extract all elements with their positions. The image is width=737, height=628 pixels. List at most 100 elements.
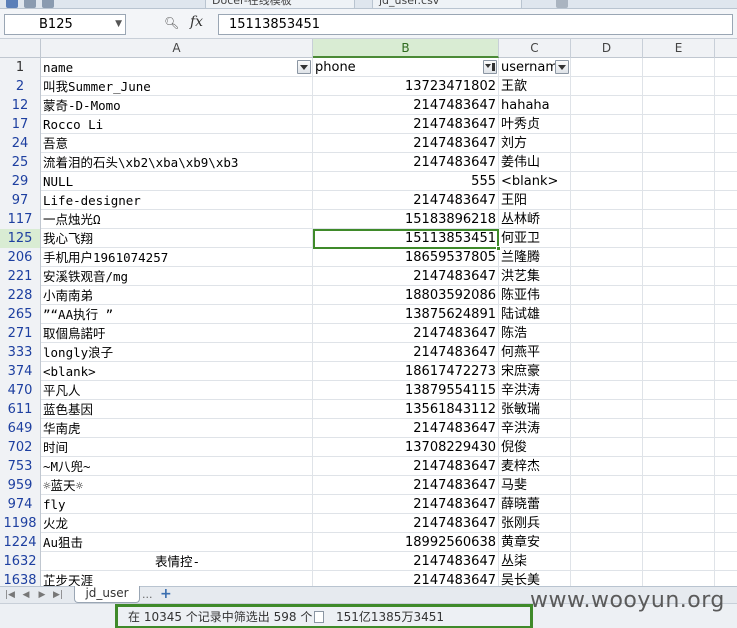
cell-name[interactable]: 流着泪的石头\xb2\xba\xb9\xb3 bbox=[41, 153, 313, 172]
cell[interactable] bbox=[715, 438, 737, 457]
cell-name[interactable]: 一点烛光Ω bbox=[41, 210, 313, 229]
cell[interactable] bbox=[643, 419, 715, 438]
cell-phone[interactable]: 13879554115 bbox=[313, 381, 499, 400]
row-number[interactable]: 97 bbox=[0, 191, 41, 210]
cell-name[interactable]: 芷步天涯 bbox=[41, 571, 313, 586]
cell-phone[interactable]: 13708229430 bbox=[313, 438, 499, 457]
cell[interactable] bbox=[571, 552, 643, 571]
cell[interactable] bbox=[715, 343, 737, 362]
cell[interactable] bbox=[643, 134, 715, 153]
cell[interactable] bbox=[715, 77, 737, 96]
cell-username[interactable]: 辛洪涛 bbox=[499, 419, 571, 438]
cell-name[interactable]: Rocco Li bbox=[41, 115, 313, 134]
cell[interactable] bbox=[643, 115, 715, 134]
cell[interactable] bbox=[571, 305, 643, 324]
cell[interactable] bbox=[571, 96, 643, 115]
cell-name[interactable]: 取個鳥諾吁 bbox=[41, 324, 313, 343]
cell-name[interactable]: 安溪铁观音/mg bbox=[41, 267, 313, 286]
row-number[interactable]: 959 bbox=[0, 476, 41, 495]
cell[interactable] bbox=[571, 495, 643, 514]
cell[interactable] bbox=[715, 210, 737, 229]
cell-username[interactable]: 洪艺集 bbox=[499, 267, 571, 286]
cell[interactable] bbox=[643, 96, 715, 115]
cell-name[interactable]: 华南虎 bbox=[41, 419, 313, 438]
cell[interactable] bbox=[715, 267, 737, 286]
cell[interactable] bbox=[643, 533, 715, 552]
cell-name[interactable]: 手机用户1961074257 bbox=[41, 248, 313, 267]
cell[interactable] bbox=[643, 343, 715, 362]
row-number[interactable]: 649 bbox=[0, 419, 41, 438]
cell-phone[interactable]: 2147483647 bbox=[313, 191, 499, 210]
cell[interactable] bbox=[715, 552, 737, 571]
cell-phone[interactable]: 2147483647 bbox=[313, 96, 499, 115]
select-all-corner[interactable] bbox=[0, 39, 41, 58]
header-cell-name[interactable]: name bbox=[41, 58, 313, 77]
cell[interactable] bbox=[715, 362, 737, 381]
cell-phone[interactable]: 2147483647 bbox=[313, 343, 499, 362]
cell-phone[interactable]: 18659537805 bbox=[313, 248, 499, 267]
cell-name[interactable]: ☼蓝天☼ bbox=[41, 476, 313, 495]
save-icon[interactable] bbox=[6, 0, 18, 8]
cell-phone[interactable]: 2147483647 bbox=[313, 571, 499, 586]
cell-name[interactable]: 叫我Summer_June bbox=[41, 77, 313, 96]
cell[interactable] bbox=[571, 267, 643, 286]
cell-username[interactable]: 丛林峤 bbox=[499, 210, 571, 229]
column-header-d[interactable]: D bbox=[571, 39, 643, 58]
tab-jd-user-csv[interactable]: jd_user.csv bbox=[372, 0, 522, 8]
row-number[interactable]: 2 bbox=[0, 77, 41, 96]
cell-phone[interactable]: 2147483647 bbox=[313, 419, 499, 438]
cell-username[interactable]: 叶秀贞 bbox=[499, 115, 571, 134]
cell-name[interactable]: Life-designer bbox=[41, 191, 313, 210]
cell-name[interactable]: <blank> bbox=[41, 362, 313, 381]
cell[interactable] bbox=[715, 172, 737, 191]
cell-name[interactable]: 吾意 bbox=[41, 134, 313, 153]
more-sheets-button[interactable]: ... bbox=[142, 587, 153, 602]
cell[interactable] bbox=[643, 381, 715, 400]
tab-docer[interactable]: Docer-在线模板 bbox=[205, 0, 355, 8]
cell[interactable] bbox=[715, 58, 737, 77]
row-number[interactable]: 333 bbox=[0, 343, 41, 362]
cell[interactable] bbox=[715, 153, 737, 172]
cell[interactable] bbox=[571, 324, 643, 343]
header-cell-phone[interactable]: phone bbox=[313, 58, 499, 77]
cell[interactable] bbox=[571, 343, 643, 362]
cell[interactable] bbox=[643, 514, 715, 533]
cell-phone[interactable]: 2147483647 bbox=[313, 324, 499, 343]
filter-active-icon[interactable] bbox=[483, 60, 497, 74]
cell-username[interactable]: 何燕平 bbox=[499, 343, 571, 362]
cell[interactable] bbox=[643, 571, 715, 586]
row-number[interactable]: 221 bbox=[0, 267, 41, 286]
cell-name[interactable]: NULL bbox=[41, 172, 313, 191]
cell-username[interactable]: 吴长美 bbox=[499, 571, 571, 586]
cell[interactable] bbox=[643, 191, 715, 210]
cell[interactable] bbox=[715, 495, 737, 514]
row-number[interactable]: 125 bbox=[0, 229, 41, 248]
cell[interactable] bbox=[643, 286, 715, 305]
cell[interactable] bbox=[643, 305, 715, 324]
cell[interactable] bbox=[571, 191, 643, 210]
cell[interactable] bbox=[643, 210, 715, 229]
row-number[interactable]: 12 bbox=[0, 96, 41, 115]
cell[interactable] bbox=[643, 153, 715, 172]
cell[interactable] bbox=[715, 191, 737, 210]
cell-username[interactable]: 丛柒 bbox=[499, 552, 571, 571]
cell-phone[interactable]: 18617472273 bbox=[313, 362, 499, 381]
cell-username[interactable]: 王歆 bbox=[499, 77, 571, 96]
redo-icon[interactable] bbox=[42, 0, 54, 8]
cell-phone[interactable]: 18803592086 bbox=[313, 286, 499, 305]
cell-name[interactable]: 时间 bbox=[41, 438, 313, 457]
row-number[interactable]: 228 bbox=[0, 286, 41, 305]
cell[interactable] bbox=[643, 77, 715, 96]
cell-username[interactable]: 薛晓蕾 bbox=[499, 495, 571, 514]
cell-username[interactable]: 陆试雄 bbox=[499, 305, 571, 324]
add-sheet-button[interactable]: + bbox=[160, 587, 172, 601]
cell-username[interactable]: 兰隆腾 bbox=[499, 248, 571, 267]
cell[interactable] bbox=[643, 495, 715, 514]
cell[interactable] bbox=[715, 134, 737, 153]
cell[interactable] bbox=[571, 248, 643, 267]
cell-name[interactable]: longly浪子 bbox=[41, 343, 313, 362]
cell-phone[interactable]: 2147483647 bbox=[313, 476, 499, 495]
cell[interactable] bbox=[715, 476, 737, 495]
cell-name[interactable]: 火龙 bbox=[41, 514, 313, 533]
cell[interactable] bbox=[643, 248, 715, 267]
